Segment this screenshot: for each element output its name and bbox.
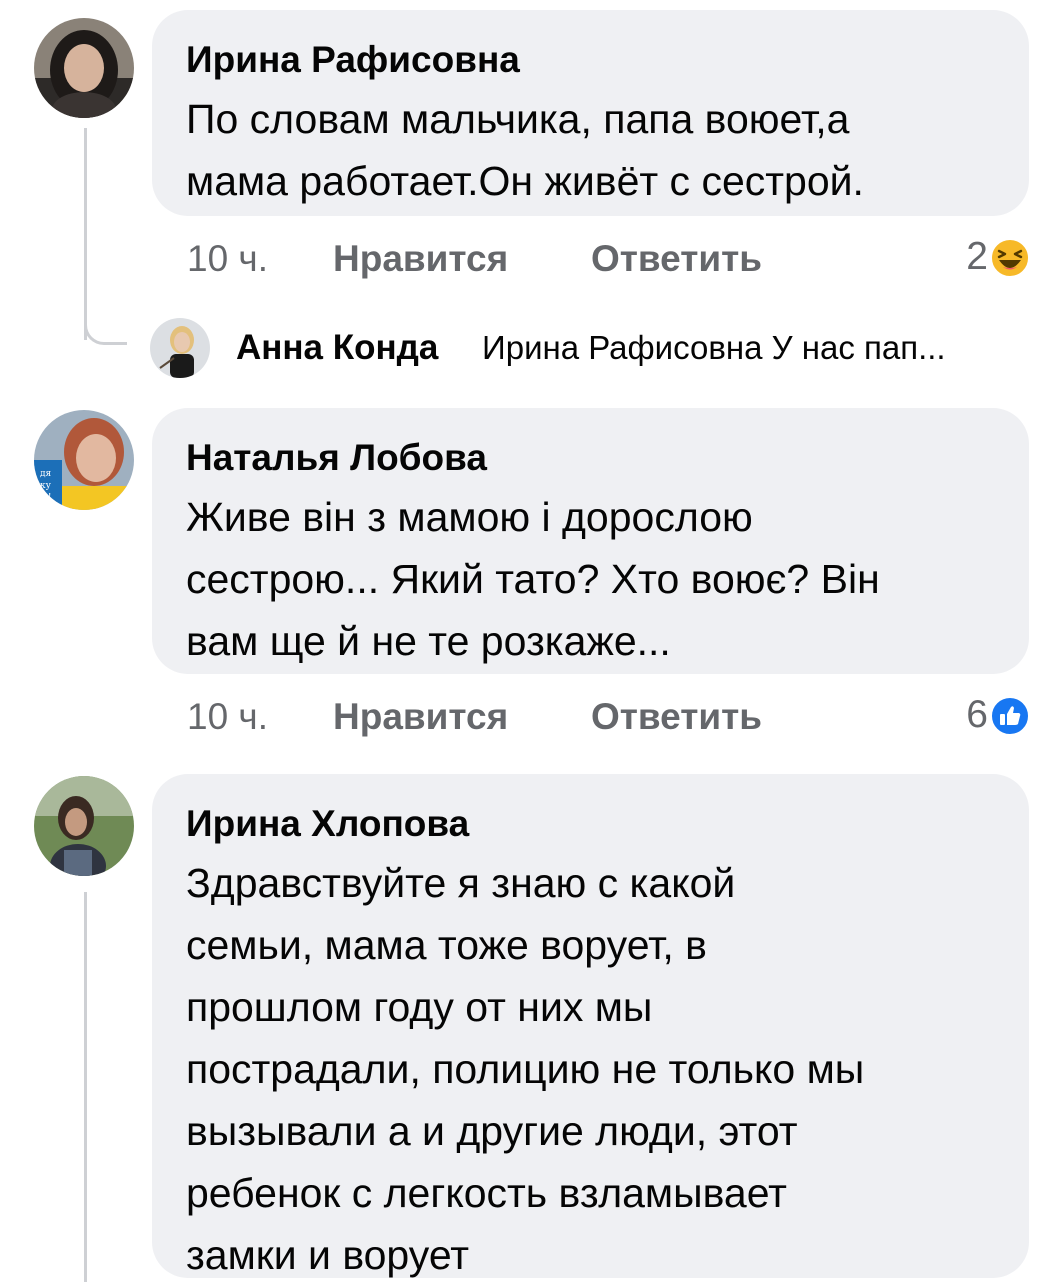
comment-author[interactable]: Ирина Рафисовна — [186, 38, 520, 82]
comment-line: прошлом году от них мы — [186, 984, 653, 1030]
reply-preview-row[interactable]: Анна Конда Ирина Рафисовна У нас пап... — [150, 318, 1030, 378]
svg-text:ку: ку — [40, 481, 52, 491]
like-button[interactable]: Нравится — [333, 234, 508, 284]
comment-line: пострадали, полицию не только мы — [186, 1046, 865, 1092]
comment-text: По словам мальчика, папа воюет,а мама ра… — [186, 88, 993, 212]
comment-line: Здравствуйте я знаю с какой — [186, 860, 736, 906]
comment-timestamp[interactable]: 10 ч. — [187, 234, 268, 284]
comment-line: ребенок с легкость взламывает — [186, 1170, 787, 1216]
reply-author[interactable]: Анна Конда — [236, 326, 438, 370]
avatar-irina-khlopova[interactable] — [34, 776, 134, 876]
comment-text: Живе він з мамою і дорослою сестрою... Я… — [186, 486, 993, 672]
comment-line: Живе він з мамою і дорослою — [186, 494, 753, 540]
comment-line: мама работает.Он живёт с сестрой. — [186, 158, 864, 204]
svg-text:дя: дя — [40, 469, 52, 479]
comment-line: вам ще й не те розкаже... — [186, 618, 671, 664]
comment-bubble: Ирина Хлопова Здравствуйте я знаю с како… — [152, 774, 1029, 1278]
reply-button[interactable]: Ответить — [591, 234, 762, 284]
reaction-summary[interactable]: 2 — [930, 232, 1030, 282]
comment-line: семьи, мама тоже ворует, в — [186, 922, 707, 968]
comment-timestamp[interactable]: 10 ч. — [187, 692, 268, 742]
comment-line: замки и ворует — [186, 1232, 470, 1278]
comment-actions: 10 ч. Нравится Ответить — [187, 234, 762, 284]
comment-line: вызывали а и другие люди, этот — [186, 1108, 798, 1154]
comment-author[interactable]: Ирина Хлопова — [186, 802, 469, 846]
reply-button[interactable]: Ответить — [591, 692, 762, 742]
comment-text: Здравствуйте я знаю с какой семьи, мама … — [186, 852, 993, 1286]
reply-preview-text: Ирина Рафисовна У нас пап... — [482, 329, 946, 366]
like-button[interactable]: Нравится — [333, 692, 508, 742]
reaction-summary[interactable]: 6 — [930, 690, 1030, 740]
comment-actions: 10 ч. Нравится Ответить — [187, 692, 762, 742]
avatar-natalya-lobova[interactable]: дя ку ю! — [34, 410, 134, 510]
comment-bubble: Наталья Лобова Живе він з мамою і доросл… — [152, 408, 1029, 674]
thread-line-curve — [84, 318, 127, 345]
reaction-count: 2 — [966, 235, 988, 278]
avatar-irina-rafisovna[interactable] — [34, 18, 134, 118]
thread-line-vertical-2 — [84, 892, 87, 1282]
thread-line-vertical — [84, 128, 87, 340]
reaction-count: 6 — [966, 693, 988, 736]
comment-line: По словам мальчика, папа воюет,а — [186, 96, 850, 142]
haha-emoji-icon — [990, 238, 1030, 278]
comment-author[interactable]: Наталья Лобова — [186, 436, 487, 480]
avatar-anna-konda[interactable] — [150, 318, 210, 378]
svg-text:ю!: ю! — [40, 493, 51, 503]
like-thumb-icon — [990, 696, 1030, 736]
comment-bubble: Ирина Рафисовна По словам мальчика, папа… — [152, 10, 1029, 216]
comment-line: сестрою... Який тато? Хто воює? Він — [186, 556, 880, 602]
